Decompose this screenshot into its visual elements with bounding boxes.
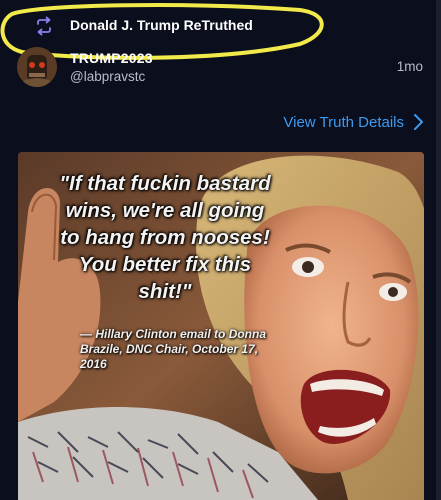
author-handle[interactable]: @labpravstc (70, 69, 145, 84)
scrollbar[interactable] (436, 0, 441, 500)
avatar[interactable] (17, 47, 57, 87)
view-truth-details-link[interactable]: View Truth Details (283, 113, 424, 131)
meme-attribution: — Hillary Clinton email to Donna Brazile… (80, 327, 267, 371)
post-image[interactable]: "If that fuckin bastard wins, we're all … (18, 152, 424, 500)
retruth-icon (37, 16, 51, 36)
post-timestamp[interactable]: 1mo (397, 59, 423, 74)
retruth-banner: Donald J. Trump ReTruthed (0, 0, 441, 50)
author-name[interactable]: TRUMP2023 (70, 50, 153, 66)
view-truth-details-label: View Truth Details (283, 113, 404, 131)
post-screen: Donald J. Trump ReTruthed TRUMP2023 @lab… (0, 0, 441, 500)
chevron-right-icon (414, 114, 423, 130)
retruth-label[interactable]: Donald J. Trump ReTruthed (70, 17, 253, 33)
meme-quote: "If that fuckin bastard wins, we're all … (59, 172, 271, 303)
